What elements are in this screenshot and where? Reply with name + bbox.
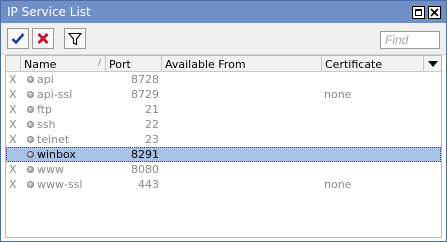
- column-header-certificate[interactable]: Certificate: [322, 56, 424, 72]
- ip-service-list-window: IP Service List Find Name / Port Availab…: [0, 0, 447, 242]
- table-row[interactable]: X www 8080: [6, 162, 441, 177]
- row-flag: X: [9, 133, 17, 146]
- service-table: Name / Port Available From Certificate X…: [5, 55, 442, 238]
- row-port: 21: [145, 103, 159, 116]
- row-flag: X: [9, 178, 17, 191]
- filter-icon: [68, 32, 82, 46]
- table-header: Name / Port Available From Certificate: [6, 56, 441, 72]
- restore-icon: [415, 9, 422, 16]
- table-body: X api 8728 X api-ssl 8729 none X ftp 21: [6, 72, 441, 192]
- disable-button[interactable]: [32, 28, 54, 49]
- service-icon: [27, 151, 34, 158]
- row-name: www: [37, 163, 64, 176]
- column-menu-button[interactable]: [424, 56, 441, 72]
- sort-indicator: /: [97, 58, 101, 68]
- row-name: ftp: [37, 103, 52, 116]
- column-header-available-from[interactable]: Available From: [162, 56, 322, 72]
- table-row[interactable]: X api-ssl 8729 none: [6, 87, 441, 102]
- column-header-flag[interactable]: [6, 56, 21, 72]
- chevron-down-icon: [428, 61, 438, 67]
- table-row[interactable]: X telnet 23: [6, 132, 441, 147]
- row-flag: X: [9, 163, 17, 176]
- close-icon: [430, 8, 439, 17]
- column-header-port[interactable]: Port: [106, 56, 162, 72]
- row-certificate: none: [324, 88, 352, 101]
- row-port: 443: [138, 178, 159, 191]
- column-header-name-label: Name: [24, 58, 57, 71]
- row-port: 8729: [131, 88, 159, 101]
- service-icon: [27, 76, 34, 83]
- column-header-name[interactable]: Name /: [21, 56, 106, 72]
- row-port: 22: [145, 118, 159, 131]
- service-icon: [27, 121, 34, 128]
- restore-button[interactable]: [412, 6, 425, 19]
- table-row[interactable]: X ssh 22: [6, 117, 441, 132]
- table-row[interactable]: X www-ssl 443 none: [6, 177, 441, 192]
- row-flag: X: [9, 88, 17, 101]
- service-icon: [27, 136, 34, 143]
- row-port: 8291: [131, 148, 159, 161]
- service-icon: [27, 91, 34, 98]
- row-name: www-ssl: [37, 178, 83, 191]
- x-icon: [37, 33, 49, 44]
- row-flag: X: [9, 73, 17, 86]
- filter-button[interactable]: [64, 28, 86, 49]
- table-row[interactable]: X ftp 21: [6, 102, 441, 117]
- service-icon: [27, 181, 34, 188]
- find-input[interactable]: [380, 31, 440, 49]
- row-name: winbox: [37, 148, 76, 161]
- checkmark-icon: [11, 33, 25, 45]
- table-row[interactable]: winbox 8291: [6, 147, 441, 162]
- row-port: 8080: [131, 163, 159, 176]
- row-flag: X: [9, 103, 17, 116]
- row-name: api-ssl: [37, 88, 73, 101]
- row-name: api: [37, 73, 54, 86]
- enable-button[interactable]: [7, 28, 29, 49]
- service-icon: [27, 166, 34, 173]
- row-certificate: none: [324, 178, 352, 191]
- service-icon: [27, 106, 34, 113]
- table-row[interactable]: X api 8728: [6, 72, 441, 87]
- row-port: 23: [145, 133, 159, 146]
- title-bar[interactable]: IP Service List: [1, 1, 446, 23]
- close-button[interactable]: [428, 6, 441, 19]
- row-name: telnet: [37, 133, 70, 146]
- row-flag: X: [9, 118, 17, 131]
- row-port: 8728: [131, 73, 159, 86]
- row-name: ssh: [37, 118, 56, 131]
- window-title: IP Service List: [7, 5, 91, 19]
